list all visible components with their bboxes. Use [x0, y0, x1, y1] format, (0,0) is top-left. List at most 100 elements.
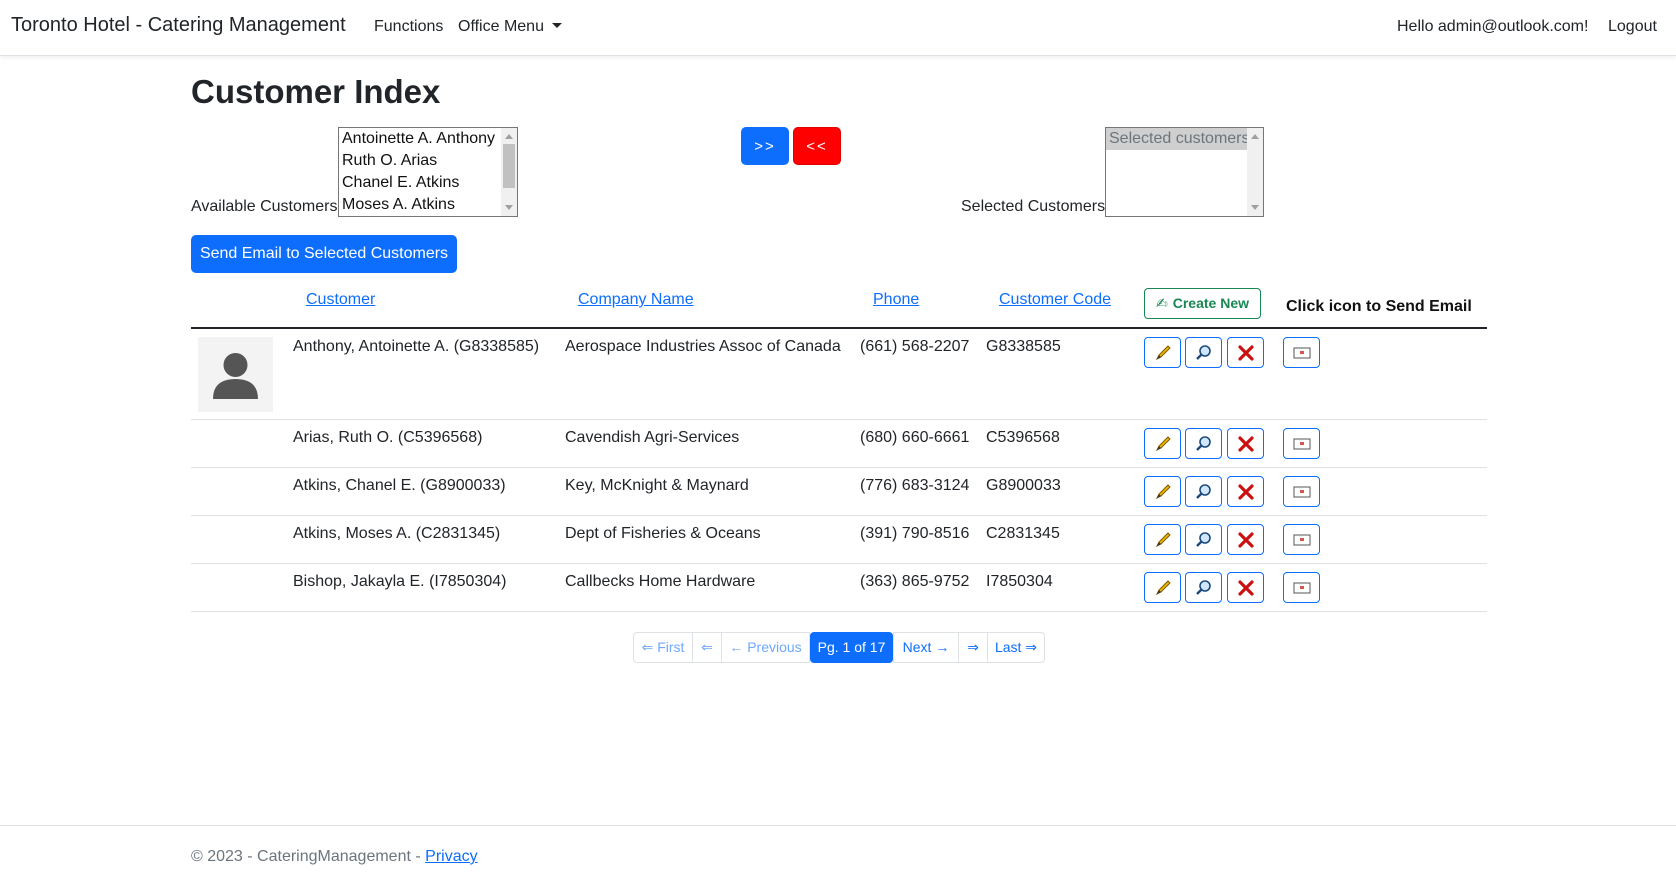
pagination: ⇐ First ⇐ ← Previous Pg. 1 of 17 Next → …	[633, 632, 1045, 663]
x-icon	[1237, 483, 1254, 500]
pencil-icon	[1155, 483, 1171, 499]
details-button[interactable]	[1185, 428, 1222, 459]
customer-code: I7850304	[986, 573, 1053, 590]
send-email-button[interactable]: Send Email to Selected Customers	[191, 235, 457, 273]
sort-company-link[interactable]: Company Name	[578, 291, 694, 309]
selected-customers-label: Selected Customers	[961, 198, 1106, 215]
table-row: Bishop, Jakayla E. (I7850304) Callbecks …	[191, 564, 1487, 612]
page-previous[interactable]: ← Previous	[721, 632, 810, 663]
delete-button[interactable]	[1227, 337, 1264, 368]
edit-button[interactable]	[1144, 428, 1181, 459]
page-title: Customer Index	[191, 73, 441, 110]
selected-customers-listbox[interactable]: Selected customers	[1105, 127, 1264, 217]
sort-phone-link[interactable]: Phone	[873, 291, 919, 309]
privacy-link[interactable]: Privacy	[425, 848, 477, 865]
table-row: Atkins, Chanel E. (G8900033) Key, McKnig…	[191, 468, 1487, 516]
create-new-label: Create New	[1172, 295, 1249, 311]
sort-customer-link[interactable]: Customer	[306, 291, 375, 309]
magnifier-icon	[1195, 483, 1211, 499]
pencil-icon	[1155, 579, 1171, 595]
pencil-icon	[1155, 435, 1171, 451]
brand-link[interactable]: Toronto Hotel - Catering Management	[11, 14, 346, 37]
remove-selected-button[interactable]: <<	[793, 127, 841, 165]
customer-name: Anthony, Antoinette A. (G8338585)	[293, 338, 540, 355]
details-button[interactable]	[1185, 572, 1222, 603]
scroll-down-icon[interactable]	[505, 205, 513, 210]
edit-button[interactable]	[1144, 476, 1181, 507]
listbox-option[interactable]: Moses A. Atkins	[339, 194, 517, 216]
customer-name: Atkins, Moses A. (C2831345)	[293, 525, 501, 542]
page-next-arrow[interactable]: ⇒	[958, 632, 988, 663]
listbox-option[interactable]: Ruth O. Arias	[339, 150, 517, 172]
listbox-scrollbar[interactable]	[501, 128, 517, 216]
details-button[interactable]	[1185, 476, 1222, 507]
edit-button[interactable]	[1144, 337, 1181, 368]
customer-name: Atkins, Chanel E. (G8900033)	[293, 477, 506, 494]
scroll-up-icon[interactable]	[505, 134, 513, 139]
company-name: Aerospace Industries Assoc of Canada	[565, 338, 841, 355]
nav-functions[interactable]: Functions	[374, 18, 443, 36]
nav-office-menu[interactable]: Office Menu	[458, 18, 562, 36]
send-email-hint: Click icon to Send Email	[1286, 298, 1472, 315]
x-icon	[1237, 531, 1254, 548]
details-button[interactable]	[1185, 524, 1222, 555]
create-new-button[interactable]: ✍ Create New	[1144, 288, 1261, 319]
page-first[interactable]: ⇐ First	[633, 632, 693, 663]
listbox-option[interactable]: Chanel E. Atkins	[339, 172, 517, 194]
pencil-icon	[1155, 531, 1171, 547]
footer-divider	[0, 825, 1676, 826]
phone: (363) 865-9752	[860, 573, 970, 590]
pencil-icon	[1155, 344, 1171, 360]
send-email-icon-button[interactable]	[1283, 524, 1320, 555]
footer-copyright: © 2023 - CateringManagement -	[191, 848, 426, 865]
magnifier-icon	[1195, 435, 1211, 451]
page-prev-arrow[interactable]: ⇐	[692, 632, 722, 663]
send-email-icon-button[interactable]	[1283, 476, 1320, 507]
send-email-icon-button[interactable]	[1283, 572, 1320, 603]
footer: © 2023 - CateringManagement - Privacy	[191, 848, 478, 866]
navbar: Toronto Hotel - Catering Management Func…	[0, 0, 1676, 56]
customer-code: C2831345	[986, 525, 1060, 542]
phone: (661) 568-2207	[860, 338, 970, 355]
nav-office-menu-label: Office Menu	[458, 18, 544, 35]
x-icon	[1237, 344, 1254, 361]
user-silhouette-icon	[198, 337, 273, 412]
customer-name: Bishop, Jakayla E. (I7850304)	[293, 573, 507, 590]
company-name: Key, McKnight & Maynard	[565, 477, 749, 494]
nav-greeting[interactable]: Hello admin@outlook.com!	[1397, 18, 1588, 36]
company-name: Dept of Fisheries & Oceans	[565, 525, 761, 542]
scroll-down-icon[interactable]	[1251, 205, 1259, 210]
email-icon	[1293, 438, 1310, 449]
delete-button[interactable]	[1227, 428, 1264, 459]
email-icon	[1293, 347, 1310, 358]
available-customers-label: Available Customers	[191, 198, 338, 215]
page-next[interactable]: Next →	[893, 632, 959, 663]
details-button[interactable]	[1185, 337, 1222, 368]
send-email-icon-button[interactable]	[1283, 428, 1320, 459]
available-customers-listbox[interactable]: Antoinette A. Anthony Ruth O. Arias Chan…	[338, 127, 518, 217]
send-email-icon-button[interactable]	[1283, 337, 1320, 368]
phone: (680) 660-6661	[860, 429, 970, 446]
add-selected-button[interactable]: >>	[741, 127, 789, 165]
customer-code: C5396568	[986, 429, 1060, 446]
delete-button[interactable]	[1227, 476, 1264, 507]
page-current[interactable]: Pg. 1 of 17	[810, 632, 893, 663]
phone: (391) 790-8516	[860, 525, 970, 542]
scroll-thumb[interactable]	[503, 144, 515, 188]
listbox-option[interactable]: Antoinette A. Anthony	[339, 128, 517, 150]
listbox-option[interactable]: Selected customers	[1106, 128, 1263, 150]
listbox-scrollbar[interactable]	[1247, 128, 1263, 216]
email-icon	[1293, 534, 1310, 545]
edit-button[interactable]	[1144, 524, 1181, 555]
table-row: Atkins, Moses A. (C2831345) Dept of Fish…	[191, 516, 1487, 564]
pencil-hand-icon: ✍	[1156, 295, 1168, 311]
email-icon	[1293, 486, 1310, 497]
delete-button[interactable]	[1227, 572, 1264, 603]
scroll-up-icon[interactable]	[1251, 134, 1259, 139]
nav-logout[interactable]: Logout	[1608, 18, 1657, 36]
delete-button[interactable]	[1227, 524, 1264, 555]
page-last[interactable]: Last ⇒	[987, 632, 1045, 663]
x-icon	[1237, 435, 1254, 452]
sort-customer-code-link[interactable]: Customer Code	[999, 291, 1111, 309]
edit-button[interactable]	[1144, 572, 1181, 603]
